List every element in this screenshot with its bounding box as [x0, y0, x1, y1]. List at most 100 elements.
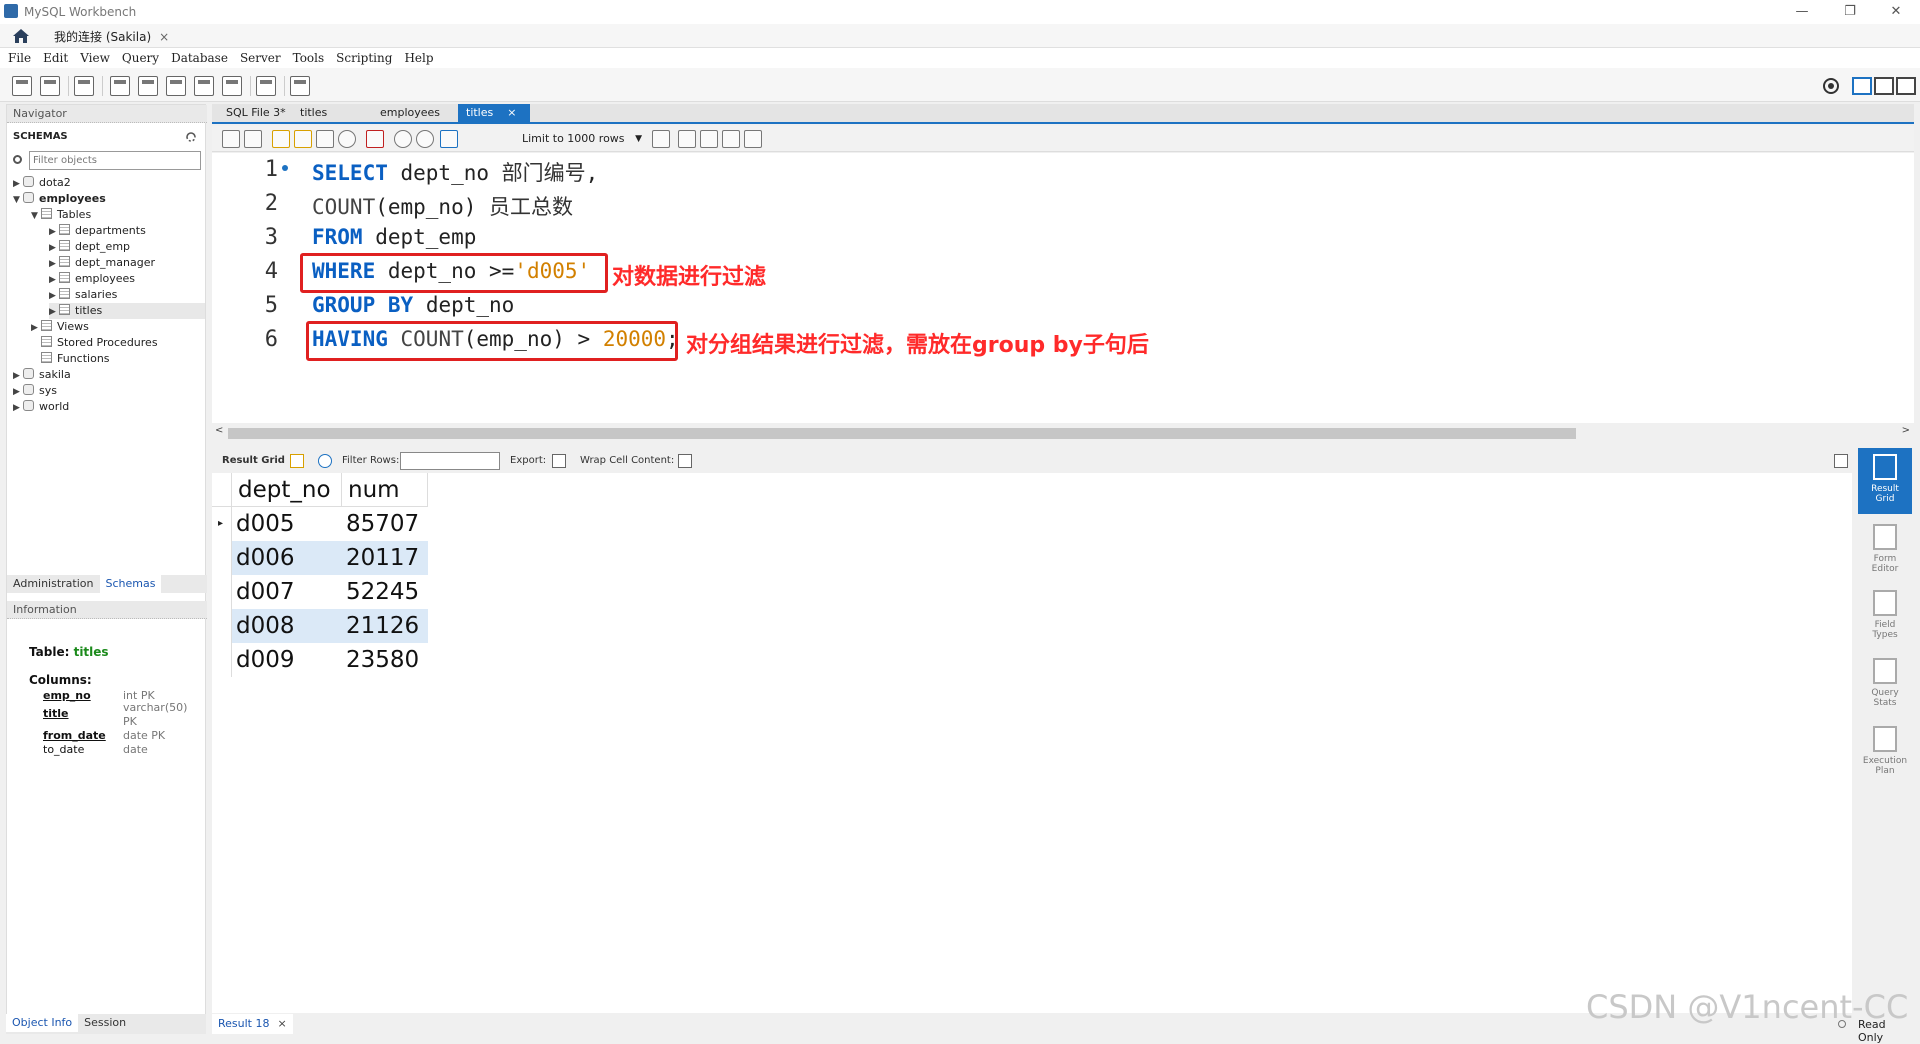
- column-header-dept-no[interactable]: dept_no: [232, 473, 342, 507]
- editor-horizontal-scrollbar[interactable]: < >: [212, 425, 1914, 440]
- tab-administration[interactable]: Administration: [7, 575, 100, 593]
- tab-object-info[interactable]: Object Info: [6, 1014, 79, 1032]
- tab-sql-file-3[interactable]: SQL File 3*: [218, 104, 294, 122]
- wrap-cell-icon[interactable]: [678, 454, 692, 468]
- scrollbar-thumb[interactable]: [228, 428, 1576, 439]
- tree-table-titles[interactable]: ▶ titles: [49, 303, 205, 319]
- toggle-secondary-sidebar-icon[interactable]: [1896, 77, 1916, 95]
- toggle-side-panel-icon[interactable]: [1834, 454, 1848, 468]
- tree-table-salaries[interactable]: ▶ salaries: [49, 287, 117, 303]
- table-cell[interactable]: 85707: [342, 507, 428, 541]
- execute-icon[interactable]: [272, 130, 290, 148]
- table-cell[interactable]: 52245: [342, 575, 428, 609]
- create-view-icon[interactable]: [166, 76, 186, 96]
- refresh-icon[interactable]: [185, 131, 197, 143]
- table-cell[interactable]: d006: [232, 541, 342, 575]
- table-cell[interactable]: d007: [232, 575, 342, 609]
- find-icon[interactable]: [700, 130, 718, 148]
- row-gutter[interactable]: [212, 643, 232, 677]
- table-cell[interactable]: d009: [232, 643, 342, 677]
- tree-schema-sakila[interactable]: ▶ sakila: [13, 367, 71, 383]
- table-cell[interactable]: d008: [232, 609, 342, 643]
- row-gutter[interactable]: [212, 541, 232, 575]
- create-procedure-icon[interactable]: [194, 76, 214, 96]
- reconnect-icon[interactable]: [290, 76, 310, 96]
- autocommit-icon[interactable]: [440, 130, 458, 148]
- save-icon[interactable]: [244, 130, 262, 148]
- row-gutter[interactable]: ▸: [212, 507, 232, 541]
- result-grid-label[interactable]: Result Grid: [222, 450, 285, 472]
- tab-titles-active[interactable]: titles ×: [458, 104, 530, 122]
- search-table-data-icon[interactable]: [256, 76, 276, 96]
- minimize-button[interactable]: —: [1782, 2, 1822, 22]
- tab-session[interactable]: Session: [78, 1014, 133, 1032]
- scroll-right-icon[interactable]: >: [1902, 425, 1910, 436]
- row-gutter[interactable]: [212, 575, 232, 609]
- tree-schema-dota2[interactable]: ▶ dota2: [13, 175, 71, 191]
- toggle-error-icon[interactable]: [366, 130, 384, 148]
- close-icon[interactable]: ×: [507, 106, 516, 119]
- new-sql-tab-icon[interactable]: [12, 76, 32, 96]
- close-button[interactable]: ✕: [1876, 2, 1916, 22]
- form-editor-button[interactable]: Form Editor: [1858, 518, 1912, 578]
- menu-edit[interactable]: Edit: [37, 48, 74, 68]
- field-types-button[interactable]: Field Types: [1858, 584, 1912, 644]
- toggle-output-icon[interactable]: [1874, 77, 1894, 95]
- menu-server[interactable]: Server: [234, 48, 287, 68]
- menu-file[interactable]: File: [2, 48, 37, 68]
- toggle-sidebar-icon[interactable]: [1852, 77, 1872, 95]
- menu-help[interactable]: Help: [398, 48, 439, 68]
- tree-procedures-folder[interactable]: Stored Procedures: [31, 335, 158, 351]
- tree-schema-sys[interactable]: ▶ sys: [13, 383, 57, 399]
- menu-query[interactable]: Query: [116, 48, 165, 68]
- execution-plan-button[interactable]: Execution Plan: [1858, 720, 1912, 780]
- beautify-icon[interactable]: [678, 130, 696, 148]
- home-icon[interactable]: [12, 28, 30, 44]
- table-cell[interactable]: 21126: [342, 609, 428, 643]
- close-icon[interactable]: ×: [277, 1017, 286, 1030]
- scroll-left-icon[interactable]: <: [215, 425, 223, 436]
- explain-icon[interactable]: [316, 130, 334, 148]
- inspector-icon[interactable]: [74, 76, 94, 96]
- sql-editor[interactable]: 1 SELECT dept_no 部门编号, 2 COUNT(emp_no) 员…: [212, 153, 1914, 423]
- tab-schemas[interactable]: Schemas: [99, 575, 162, 593]
- grid-view-icon[interactable]: [290, 454, 304, 468]
- filter-objects-input[interactable]: Filter objects: [29, 151, 201, 170]
- create-table-icon[interactable]: [138, 76, 158, 96]
- tab-result-18[interactable]: Result 18 ×: [212, 1014, 293, 1034]
- tree-table-dept-manager[interactable]: ▶ dept_manager: [49, 255, 155, 271]
- tree-functions-folder[interactable]: Functions: [31, 351, 110, 367]
- menu-tools[interactable]: Tools: [287, 48, 331, 68]
- tab-titles[interactable]: titles: [292, 104, 335, 122]
- tree-tables-folder[interactable]: ▼ Tables: [31, 207, 91, 223]
- create-schema-icon[interactable]: [110, 76, 130, 96]
- rollback-icon[interactable]: [416, 130, 434, 148]
- refresh-icon[interactable]: [318, 454, 332, 468]
- limit-rows-select[interactable]: Limit to 1000 rows ▼: [516, 130, 646, 148]
- tab-employees[interactable]: employees: [372, 104, 448, 122]
- column-header-num[interactable]: num: [342, 473, 428, 507]
- menu-scripting[interactable]: Scripting: [330, 48, 398, 68]
- close-icon[interactable]: ×: [159, 30, 169, 44]
- query-stats-button[interactable]: Query Stats: [1858, 652, 1912, 712]
- execute-current-icon[interactable]: [294, 130, 312, 148]
- menu-view[interactable]: View: [74, 48, 116, 68]
- add-snippet-icon[interactable]: [652, 130, 670, 148]
- export-icon[interactable]: [552, 454, 566, 468]
- connection-tab[interactable]: 我的连接 (Sakila) ×: [46, 27, 178, 47]
- tree-table-employees[interactable]: ▶ employees: [49, 271, 135, 287]
- menu-database[interactable]: Database: [165, 48, 234, 68]
- table-cell[interactable]: 20117: [342, 541, 428, 575]
- tree-table-departments[interactable]: ▶ departments: [49, 223, 146, 239]
- open-file-icon[interactable]: [222, 130, 240, 148]
- row-gutter[interactable]: [212, 609, 232, 643]
- settings-gear-icon[interactable]: [1822, 77, 1840, 95]
- create-function-icon[interactable]: [222, 76, 242, 96]
- table-cell[interactable]: 23580: [342, 643, 428, 677]
- open-sql-script-icon[interactable]: [40, 76, 60, 96]
- invisible-chars-icon[interactable]: [722, 130, 740, 148]
- restore-button[interactable]: ❐: [1830, 2, 1870, 22]
- table-cell[interactable]: d005: [232, 507, 342, 541]
- word-wrap-icon[interactable]: [744, 130, 762, 148]
- commit-icon[interactable]: [394, 130, 412, 148]
